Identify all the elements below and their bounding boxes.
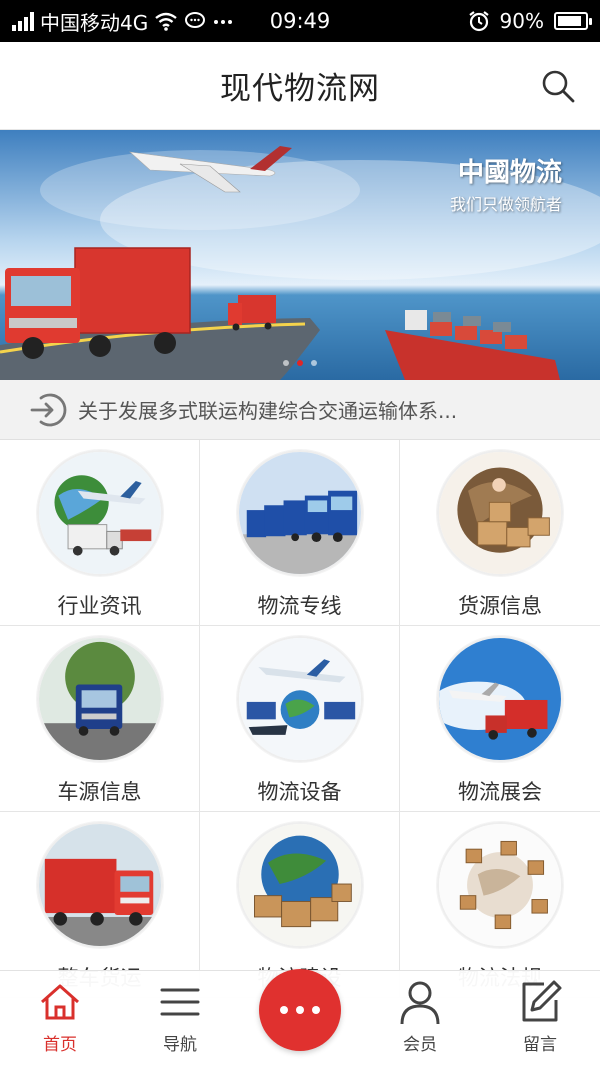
truck-fleet-icon — [236, 450, 363, 576]
page-title: 现代物流网 — [220, 71, 380, 107]
carrier-label: 中国移动4G — [40, 10, 149, 35]
message-icon — [185, 12, 206, 28]
login-arrow-icon — [30, 393, 67, 426]
wifi-icon — [155, 12, 177, 31]
signal-icon — [12, 11, 34, 31]
category-item[interactable]: 物流专线 — [200, 440, 400, 626]
home-icon — [41, 984, 79, 1020]
earth-boxes-icon — [236, 822, 363, 948]
plane-globe-trucks-icon — [236, 636, 363, 762]
category-item[interactable]: 行业资讯 — [0, 440, 200, 626]
status-bar: 中国移动4G 09:49 90% — [0, 0, 600, 42]
edit-icon — [522, 980, 562, 1022]
menu-icon — [160, 988, 200, 1016]
blue-truck-road-icon — [36, 636, 163, 762]
battery-icon — [554, 12, 592, 30]
category-item[interactable]: 货源信息 — [400, 440, 600, 626]
search-icon[interactable] — [540, 68, 576, 104]
carousel-indicators[interactable] — [0, 360, 600, 366]
nav-home[interactable]: 首页 — [0, 971, 120, 1067]
nav-member[interactable]: 会员 — [360, 971, 480, 1067]
bottom-nav: 首页 导航 会员 留言 — [0, 969, 600, 1067]
alarm-icon — [468, 11, 489, 32]
battery-percent: 90% — [499, 9, 544, 33]
banner-title: 中國物流 — [457, 158, 562, 188]
globe-boxes-icon — [437, 450, 563, 576]
banner-carousel[interactable]: 中國物流 我们只做领航者 — [0, 130, 600, 380]
red-truck-icon — [36, 822, 163, 948]
news-ticker[interactable]: 关于发展多式联运构建综合交通运输体系... — [0, 380, 600, 440]
globe-parcels-icon — [437, 822, 563, 948]
category-label: 行业资讯 — [57, 594, 142, 618]
nav-message-label: 留言 — [523, 1035, 557, 1055]
category-item[interactable]: 车源信息 — [0, 626, 200, 812]
app-header: 现代物流网 — [0, 42, 600, 130]
category-item[interactable]: 物流展会 — [400, 626, 600, 812]
banner-caption: 中國物流 我们只做领航者 — [450, 152, 562, 215]
more-dots-icon — [214, 20, 233, 24]
category-label: 物流设备 — [257, 780, 342, 804]
category-label: 车源信息 — [57, 780, 142, 804]
category-item[interactable]: 物流设备 — [200, 626, 400, 812]
nav-menu[interactable]: 导航 — [120, 971, 240, 1067]
news-ticker-text: 关于发展多式联运构建综合交通运输体系... — [78, 399, 458, 423]
more-button[interactable] — [259, 969, 341, 1051]
more-icon — [280, 1006, 288, 1014]
category-label: 货源信息 — [458, 594, 542, 618]
nav-menu-label: 导航 — [163, 1035, 197, 1055]
user-icon — [400, 981, 440, 1025]
nav-more — [240, 969, 360, 1067]
nav-member-label: 会员 — [403, 1035, 437, 1055]
carousel-dot[interactable] — [297, 360, 303, 366]
category-grid: 行业资讯 物流专线 货源信息 车源信息 物流设备 物流展会 — [0, 440, 600, 998]
carousel-dot[interactable] — [311, 360, 317, 366]
nav-message[interactable]: 留言 — [480, 971, 600, 1067]
banner-subtitle: 我们只做领航者 — [449, 195, 562, 214]
category-label: 物流专线 — [257, 594, 342, 618]
nav-home-label: 首页 — [43, 1035, 77, 1055]
globe-plane-truck-icon — [36, 450, 163, 576]
plane-red-trucks-icon — [437, 636, 563, 762]
category-label: 物流展会 — [458, 780, 542, 804]
carousel-dot[interactable] — [283, 360, 289, 366]
